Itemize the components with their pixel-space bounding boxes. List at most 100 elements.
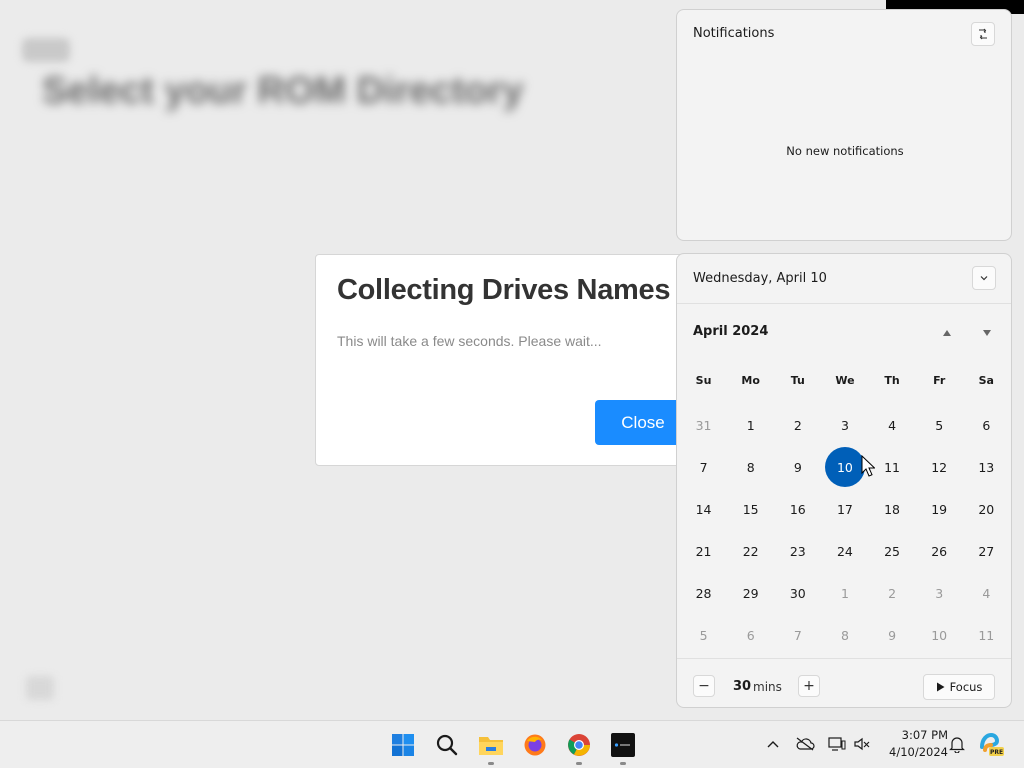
calendar-day[interactable]: 7 [680,446,727,488]
calendar-flyout: Wednesday, April 10 April 2024 Su Mo Tu We T… [676,253,1012,708]
bell-glyph [949,737,965,753]
calendar-day[interactable]: 5 [916,404,963,446]
calendar-day[interactable]: 26 [916,530,963,572]
calendar-day-number: 31 [695,417,712,433]
calendar-day[interactable]: 2 [869,572,916,614]
calendar-day-number: 3 [935,585,944,601]
calendar-day[interactable]: 25 [869,530,916,572]
calendar-day-number: 1 [840,585,849,601]
calendar-day[interactable]: 14 [680,488,727,530]
copilot-badge-text: PRE [990,749,1003,756]
calendar-date-header: Wednesday, April 10 [677,254,1011,304]
volume-muted-icon[interactable] [851,733,873,755]
calendar-day[interactable]: 20 [963,488,1010,530]
file-explorer-icon[interactable] [475,729,507,765]
running-indicator [488,762,494,765]
folder-glyph [479,737,503,755]
calendar-month-label[interactable]: April 2024 [693,324,768,339]
calendar-day[interactable]: 17 [821,488,868,530]
notification-center: Notifications No new notifications [676,9,1012,241]
calendar-date-label: Wednesday, April 10 [693,271,827,286]
calendar-day-grid: 31 1 2 3 4 5 6 7 8 9 10 11 12 13 14 15 16 17 18 19 20 21 22 23 2… [680,404,1010,656]
taskbar-clock[interactable]: 3:07 PM 4/10/2024 [878,727,948,763]
calendar-day[interactable]: 18 [869,488,916,530]
calendar-day[interactable]: 13 [963,446,1010,488]
chevron-up-glyph [767,741,779,748]
calendar-day-number: 6 [746,627,755,643]
calendar-day[interactable]: 9 [774,446,821,488]
calendar-day[interactable]: 29 [727,572,774,614]
calendar-collapse-button[interactable] [972,266,996,290]
calendar-day[interactable]: 8 [821,614,868,656]
calendar-day-number: 7 [699,459,708,475]
chevron-up-icon[interactable] [762,733,784,755]
copilot-glyph: PRE [980,732,1004,756]
calendar-day[interactable]: 21 [680,530,727,572]
focus-session-bar: − 30 mins + Focus [677,658,1011,707]
calendar-day-number: 5 [935,417,944,433]
calendar-day[interactable]: 10 [916,614,963,656]
calendar-day-number: 28 [695,585,712,601]
running-indicator [620,762,626,765]
search-icon[interactable] [431,729,463,761]
calendar-day[interactable]: 31 [680,404,727,446]
calendar-day[interactable]: 19 [916,488,963,530]
calendar-day[interactable]: 28 [680,572,727,614]
calendar-day-number: 29 [742,585,759,601]
calendar-day[interactable]: 4 [869,404,916,446]
focus-decrease-button[interactable]: − [693,675,715,697]
calendar-day[interactable]: 11 [869,446,916,488]
weekday-label: Sa [978,374,994,387]
calendar-day[interactable]: 4 [963,572,1010,614]
calendar-day[interactable]: 1 [727,404,774,446]
notification-settings-icon[interactable] [971,22,995,46]
calendar-day[interactable]: 12 [916,446,963,488]
display-icon[interactable] [826,733,848,755]
calendar-day[interactable]: 23 [774,530,821,572]
weekday-label: Tu [790,374,805,387]
chrome-icon[interactable] [563,729,595,765]
onedrive-offline-icon[interactable] [794,733,816,755]
calendar-day[interactable]: 2 [774,404,821,446]
calendar-day-number: 18 [884,501,901,517]
calendar-day[interactable]: 5 [680,614,727,656]
calendar-day[interactable]: 6 [963,404,1010,446]
chevron-down-icon [980,276,988,281]
focus-button[interactable]: Focus [923,674,995,700]
windows-start-icon[interactable] [387,729,419,761]
calendar-day[interactable]: 16 [774,488,821,530]
calendar-day[interactable]: 7 [774,614,821,656]
calendar-day[interactable]: 1 [821,572,868,614]
calendar-day[interactable]: 9 [869,614,916,656]
firefox-icon[interactable] [519,729,551,761]
calendar-day-number: 1 [746,417,755,433]
calendar-day[interactable]: 22 [727,530,774,572]
calendar-day-number: 3 [840,417,849,433]
calendar-day[interactable]: 3 [916,572,963,614]
speaker-glyph [854,737,870,751]
focus-duration-value: 30 [733,679,752,694]
calendar-day[interactable]: 11 [963,614,1010,656]
bell-icon[interactable] [946,733,968,755]
calendar-day[interactable]: 8 [727,446,774,488]
calendar-day-number: 23 [789,543,806,559]
calendar-weekday-row: Su Mo Tu We Th Fr Sa [680,374,1010,394]
calendar-day-number: 10 [931,627,948,643]
calendar-day[interactable]: 3 [821,404,868,446]
calendar-day[interactable]: 24 [821,530,868,572]
calendar-day-number: 25 [884,543,901,559]
calendar-day[interactable]: 15 [727,488,774,530]
copilot-pre-icon[interactable]: PRE [978,731,1004,757]
no-notifications-text: No new notifications [786,144,904,158]
calendar-day[interactable]: 6 [727,614,774,656]
next-month-button[interactable] [975,322,999,344]
focus-increase-button[interactable]: + [798,675,820,697]
terminal-app-icon[interactable] [607,729,639,765]
clock-date: 4/10/2024 [889,745,948,759]
previous-month-button[interactable] [935,322,959,344]
calendar-day[interactable]: 27 [963,530,1010,572]
dialog-message: This will take a few seconds. Please wai… [337,333,602,349]
calendar-day[interactable]: 30 [774,572,821,614]
calendar-day-number: 2 [888,585,897,601]
magnifier-glyph [436,734,458,756]
